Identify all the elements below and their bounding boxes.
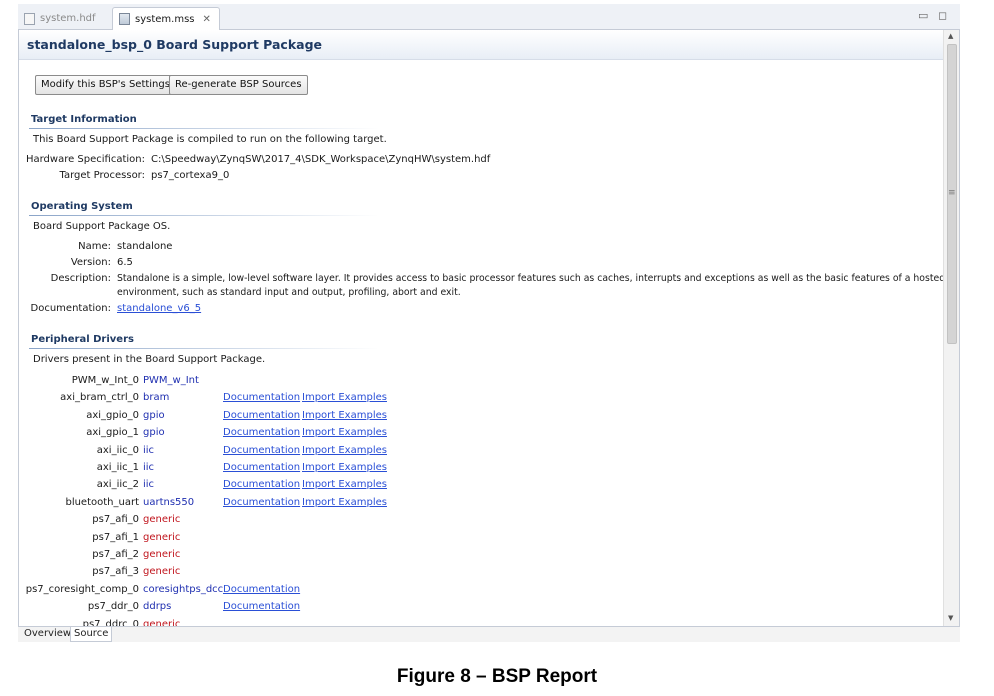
driver-name: PWM_w_Int: [143, 375, 199, 386]
driver-documentation-link[interactable]: Documentation: [223, 392, 300, 403]
driver-instance-name: axi_bram_ctrl_0: [60, 392, 139, 404]
driver-name: gpio: [143, 409, 165, 421]
page-title: standalone_bsp_0 Board Support Package: [27, 37, 323, 52]
driver-instance-name: axi_iic_2: [96, 479, 139, 491]
bsp-editor: standalone_bsp_0 Board Support Package M…: [18, 30, 960, 626]
driver-instance-name: ps7_ddr_0: [87, 601, 139, 613]
hw-spec-value: C:\Speedway\ZynqSW\2017_4\SDK_Workspace\…: [151, 154, 491, 165]
vertical-scrollbar[interactable]: ▲ ≡ ▼: [943, 30, 959, 626]
regenerate-bsp-sources-button[interactable]: Re-generate BSP Sources: [169, 75, 308, 95]
driver-instance-name: PWM_w_Int_0: [71, 375, 139, 386]
editor-tab-bar: system.hdf system.mss ✕ ▭ ◻: [18, 4, 960, 30]
driver-import-examples-link[interactable]: Import Examples: [302, 427, 387, 438]
os-description-line2: environment, such as standard input and …: [117, 287, 461, 298]
driver-name: generic: [143, 566, 181, 578]
driver-name: generic: [143, 531, 181, 543]
driver-name: uartns550: [143, 496, 195, 508]
grip-icon: ≡: [948, 188, 956, 198]
driver-name: iic: [143, 462, 155, 473]
driver-instance-name: axi_gpio_1: [86, 427, 139, 439]
editor-header: standalone_bsp_0 Board Support Package: [19, 30, 943, 60]
close-icon[interactable]: ✕: [203, 14, 211, 25]
driver-instance-name: bluetooth_uart: [65, 496, 139, 508]
target-intro: This Board Support Package is compiled t…: [33, 134, 387, 145]
driver-name: bram: [143, 392, 170, 404]
hw-spec-label: Hardware Specification:: [25, 154, 145, 165]
section-divider: [29, 128, 379, 129]
driver-documentation-link[interactable]: Documentation: [223, 601, 300, 612]
driver-documentation-link[interactable]: Documentation: [223, 445, 300, 456]
os-description-label: Description:: [50, 273, 111, 284]
driver-import-examples-link[interactable]: Import Examples: [302, 479, 387, 490]
driver-instance-name: ps7_afi_3: [92, 566, 139, 578]
driver-instance-name: ps7_afi_0: [92, 514, 139, 526]
driver-import-examples-link[interactable]: Import Examples: [302, 392, 387, 403]
tab-label: system.hdf: [40, 13, 96, 24]
driver-name: coresightps_dcc: [143, 583, 224, 595]
driver-import-examples-link[interactable]: Import Examples: [302, 445, 387, 456]
driver-name: generic: [143, 549, 181, 560]
driver-documentation-link[interactable]: Documentation: [223, 427, 300, 438]
maximize-icon[interactable]: ◻: [938, 9, 947, 22]
os-version-label: Version:: [70, 257, 111, 268]
driver-documentation-link[interactable]: Documentation: [223, 584, 300, 595]
file-icon: [24, 12, 35, 25]
target-processor-label: Target Processor:: [59, 170, 145, 181]
os-name-value: standalone: [117, 241, 173, 252]
section-title-drivers: Peripheral Drivers: [31, 334, 134, 345]
driver-instance-name: ps7_ddrc_0: [82, 618, 139, 626]
driver-instance-name: axi_gpio_0: [86, 409, 139, 421]
minimize-icon[interactable]: ▭: [918, 9, 928, 22]
driver-documentation-link[interactable]: Documentation: [223, 497, 300, 508]
driver-documentation-link[interactable]: Documentation: [223, 410, 300, 421]
driver-instance-name: ps7_afi_1: [92, 531, 139, 543]
tab-source[interactable]: Source: [70, 627, 113, 642]
drivers-intro: Drivers present in the Board Support Pac…: [33, 354, 266, 365]
driver-documentation-link[interactable]: Documentation: [223, 462, 300, 473]
driver-name: ddrps: [143, 601, 172, 613]
target-processor-value: ps7_cortexa9_0: [151, 170, 230, 181]
modify-bsp-settings-button[interactable]: Modify this BSP's Settings: [35, 75, 176, 95]
driver-import-examples-link[interactable]: Import Examples: [302, 410, 387, 421]
driver-import-examples-link[interactable]: Import Examples: [302, 462, 387, 473]
os-version-value: 6.5: [117, 257, 133, 268]
driver-instance-name: ps7_afi_2: [92, 549, 139, 560]
section-title-os: Operating System: [31, 201, 133, 212]
os-doc-label: Documentation:: [30, 303, 111, 314]
driver-name: generic: [143, 618, 181, 626]
driver-import-examples-link[interactable]: Import Examples: [302, 497, 387, 508]
tab-label: system.mss: [135, 13, 195, 25]
section-divider: [29, 215, 379, 216]
tab-overview[interactable]: Overview: [21, 627, 74, 642]
bsp-file-icon: [119, 13, 130, 25]
driver-instance-name: axi_iic_0: [96, 444, 139, 456]
scroll-up-icon[interactable]: ▲: [948, 32, 953, 40]
os-intro: Board Support Package OS.: [33, 221, 171, 232]
driver-name: generic: [143, 514, 181, 526]
driver-instance-name: axi_iic_1: [96, 462, 139, 473]
scroll-down-icon[interactable]: ▼: [948, 614, 953, 622]
driver-name: gpio: [143, 427, 165, 439]
os-name-label: Name:: [78, 241, 111, 252]
driver-name: iic: [143, 444, 155, 456]
editor-bottom-tabs: Overview Source: [18, 626, 960, 642]
driver-documentation-link[interactable]: Documentation: [223, 479, 300, 490]
tab-system-hdf[interactable]: system.hdf: [18, 7, 104, 30]
section-divider: [29, 348, 379, 349]
driver-instance-name: ps7_coresight_comp_0: [25, 583, 139, 595]
driver-name: iic: [143, 479, 155, 491]
tab-system-mss[interactable]: system.mss ✕: [112, 7, 220, 30]
os-doc-link[interactable]: standalone_v6_5: [117, 303, 201, 314]
os-description-line1: Standalone is a simple, low-level softwa…: [117, 273, 946, 284]
section-title-target: Target Information: [31, 114, 137, 125]
figure-caption: Figure 8 – BSP Report: [396, 666, 598, 687]
